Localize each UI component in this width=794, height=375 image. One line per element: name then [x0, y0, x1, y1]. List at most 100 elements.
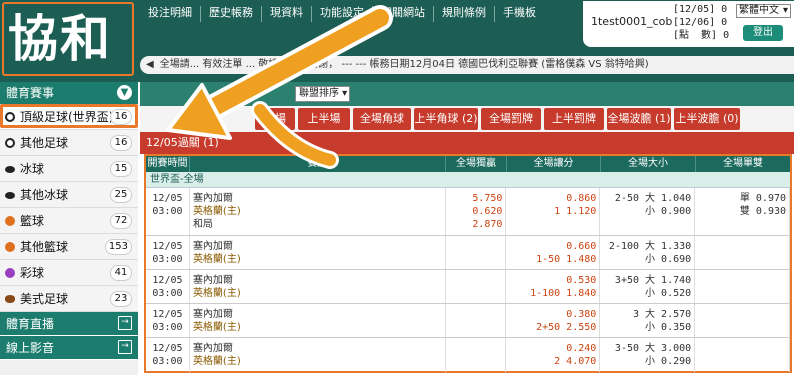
home-team: 塞內加爾: [192, 309, 233, 320]
match-date: 12/05: [152, 309, 183, 320]
odds-value[interactable]: 小 0.690: [603, 253, 691, 266]
away-team: 英格蘭(主): [192, 206, 241, 217]
sidebar-link-video[interactable]: 線上影音 →: [0, 336, 138, 360]
filter-bar: 聯盟排序 ▾: [140, 82, 794, 106]
nav-history[interactable]: 歷史帳務: [201, 6, 262, 22]
odds-value[interactable]: 1-100 1.840: [509, 287, 596, 300]
odds-value[interactable]: 0.860: [509, 192, 596, 205]
over-under-odds: 3+50 大 1.740 小 0.520: [600, 270, 696, 303]
tab-half-correct-score[interactable]: 上半波膽 (0): [674, 108, 740, 130]
handicap-odds: 0.530 1-100 1.840: [506, 270, 601, 303]
nav-bet-details[interactable]: 投注明細: [140, 6, 201, 22]
odds-value[interactable]: 0.380: [509, 308, 596, 321]
american-football-icon: [5, 295, 15, 303]
sidebar-item-label: 其他足球: [20, 136, 69, 150]
nav-rules[interactable]: 規則條例: [434, 6, 495, 22]
megaphone-icon: ◀: [146, 59, 154, 70]
soccer-icon: [5, 112, 15, 122]
col-moneyline: 全場獨贏: [446, 156, 507, 172]
match-time: 12/05 03:00: [146, 188, 190, 235]
sidebar-item-other-basketball[interactable]: 其他籃球 153: [0, 234, 138, 260]
nav-settings[interactable]: 功能設定: [312, 6, 373, 22]
sidebar-item-american-football[interactable]: 美式足球 23: [0, 286, 138, 312]
sidebar-item-hockey[interactable]: 冰球 15: [0, 156, 138, 182]
home-team: 塞內加爾: [192, 193, 233, 204]
count-badge: 16: [110, 135, 132, 151]
odds-value[interactable]: 2 4.070: [509, 355, 596, 368]
home-team: 塞內加爾: [192, 275, 233, 286]
match-time: 12/05 03:00: [146, 270, 190, 303]
odds-value[interactable]: 2-50 大 1.040: [603, 192, 691, 205]
sidebar-item-lottery[interactable]: 彩球 41: [0, 260, 138, 286]
tab-full-corners[interactable]: 全場角球 (2): [353, 108, 411, 147]
soccer-icon: [5, 138, 15, 148]
handicap-odds: 0.860 1 1.120: [506, 188, 601, 235]
tab-full-cards[interactable]: 全場罰牌 (1): [481, 108, 541, 147]
odds-value[interactable]: 1-50 1.480: [509, 253, 596, 266]
moneyline-odds: [446, 270, 507, 303]
sidebar-item-top-soccer[interactable]: 頂級足球(世界盃) 16: [0, 104, 138, 130]
nav-results[interactable]: 現資料: [262, 6, 312, 22]
tab-full-correct-score[interactable]: 全場波膽 (1): [607, 108, 671, 130]
sidebar-item-basketball[interactable]: 籃球 72: [0, 208, 138, 234]
sort-select[interactable]: 聯盟排序 ▾: [295, 86, 350, 102]
odds-value[interactable]: 雙 0.930: [698, 205, 786, 218]
sidebar-title[interactable]: 體育賽事 ▼: [0, 82, 138, 104]
teams: 塞內加爾 英格蘭(主) 和局: [190, 188, 446, 235]
nav-mobile[interactable]: 手機板: [495, 6, 544, 22]
sidebar-item-other-hockey[interactable]: 其他冰球 25: [0, 182, 138, 208]
away-team: 英格蘭(主): [192, 322, 241, 333]
away-team: 英格蘭(主): [192, 288, 241, 299]
odds-value[interactable]: 3+50 大 1.740: [603, 274, 691, 287]
match-clock: 03:00: [152, 206, 183, 217]
nav-related-sites[interactable]: 相關網站: [373, 6, 434, 22]
odds-value[interactable]: 2+50 2.550: [509, 321, 596, 334]
tab-first-half[interactable]: 上半場 (3): [298, 108, 350, 147]
home-team: 塞內加爾: [192, 241, 233, 252]
odd-even-odds: [695, 304, 791, 337]
account-panel: 1test0001_cob [12/05] 0 [12/06] 0 [點 數] …: [583, 1, 794, 47]
table-header: 開賽時間 賽隊 全場獨贏 全場讓分 全場大小 全場單雙: [146, 156, 790, 172]
match-time: 12/05 03:00: [146, 304, 190, 337]
header: 協和 投注明細 歷史帳務 現資料 功能設定 相關網站 規則條例 手機板 1tes…: [0, 0, 794, 82]
tab-half-corners[interactable]: 上半角球 (2): [414, 108, 478, 130]
odds-value[interactable]: 2-100 大 1.330: [603, 240, 691, 253]
handicap-odds: 0.380 2+50 2.550: [506, 304, 601, 337]
odds-value[interactable]: 0.620: [449, 205, 502, 218]
odds-value[interactable]: 1 1.120: [509, 205, 596, 218]
logout-button[interactable]: 登出: [743, 25, 783, 41]
sidebar-item-label: 頂級足球(世界盃): [20, 110, 114, 124]
odds-value[interactable]: 3 大 2.570: [603, 308, 691, 321]
odds-value[interactable]: 小 0.350: [603, 321, 691, 334]
odds-value[interactable]: 0.240: [509, 342, 596, 355]
market-tabs: 全場 (3) 上半場 (3) 全場角球 (2) 上半角球 (2) 全場罰牌 (1…: [140, 106, 794, 147]
odds-value[interactable]: 0.530: [509, 274, 596, 287]
odds-value[interactable]: 2.870: [449, 218, 502, 231]
date-bar[interactable]: 12/05過關 (1): [140, 132, 794, 154]
odds-value[interactable]: 5.750: [449, 192, 502, 205]
odds-value[interactable]: 0.660: [509, 240, 596, 253]
sidebar-item-other-soccer[interactable]: 其他足球 16: [0, 130, 138, 156]
hockey-puck-icon: [5, 166, 15, 173]
teams: 塞內加爾英格蘭(主): [190, 270, 446, 303]
teams: 塞內加爾英格蘭(主): [190, 236, 446, 269]
odds-value[interactable]: 小 0.900: [603, 205, 691, 218]
over-under-odds: 2-100 大 1.330 小 0.690: [600, 236, 696, 269]
count-badge: 153: [104, 239, 132, 255]
sidebar-item-label: 美式足球: [20, 292, 69, 306]
over-under-odds: 3 大 2.570 小 0.350: [600, 304, 696, 337]
odds-value[interactable]: 3-50 大 3.000: [603, 342, 691, 355]
count-badge: 25: [110, 187, 132, 203]
odds-value[interactable]: 單 0.970: [698, 192, 786, 205]
match-clock: 03:00: [152, 322, 183, 333]
odds-value[interactable]: 小 0.520: [603, 287, 691, 300]
count-badge: 72: [110, 213, 132, 229]
teams: 塞內加爾 英格蘭(主): [190, 338, 446, 372]
sidebar-link-live[interactable]: 體育直播 →: [0, 312, 138, 336]
tab-full-time[interactable]: 全場 (3): [255, 108, 295, 147]
language-select[interactable]: 繁體中文 ▾: [736, 4, 791, 18]
away-team: 英格蘭(主): [192, 254, 241, 265]
announcement-ticker: ◀ 全場請... 有效注單 ... 敬請注意，謝謝， --- --- 帳務日期12…: [140, 56, 794, 74]
tab-half-cards[interactable]: 上半罰牌 (1): [544, 108, 604, 147]
odds-value[interactable]: 小 0.290: [603, 355, 691, 368]
